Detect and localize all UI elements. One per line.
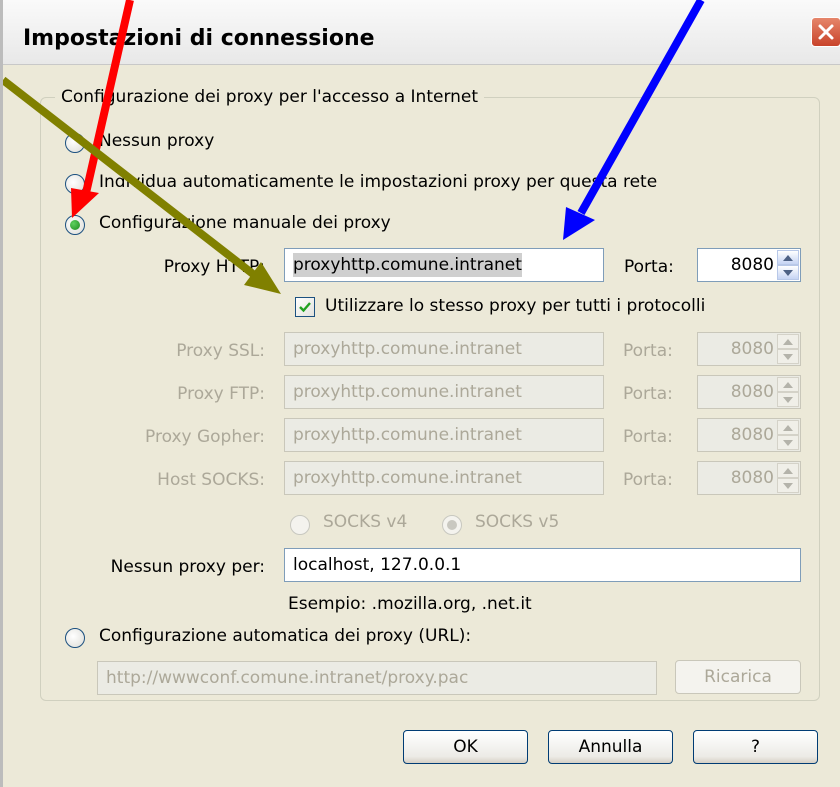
auto-config-url-value: http://wwwconf.comune.intranet/proxy.pac xyxy=(106,668,469,688)
spin-down-icon xyxy=(783,353,793,360)
ftp-port-down-button[interactable] xyxy=(777,392,799,407)
same-proxy-checkbox[interactable] xyxy=(295,297,315,317)
gopher-port-spinner[interactable]: 8080 xyxy=(697,418,801,452)
spin-down-icon xyxy=(783,269,793,276)
cancel-button-label: Annulla xyxy=(578,737,643,757)
auto-config-radio[interactable] xyxy=(65,628,85,648)
ftp-proxy-input[interactable]: proxyhttp.comune.intranet xyxy=(284,375,604,409)
cancel-button[interactable]: Annulla xyxy=(548,730,673,764)
no-proxy-for-value: localhost, 127.0.0.1 xyxy=(293,555,462,575)
same-proxy-label: Utilizzare lo stesso proxy per tutti i p… xyxy=(325,296,706,316)
ftp-port-spinner[interactable]: 8080 xyxy=(697,375,801,409)
http-proxy-value: proxyhttp.comune.intranet xyxy=(293,253,522,277)
close-icon xyxy=(818,24,834,40)
socks-host-value: proxyhttp.comune.intranet xyxy=(293,468,522,488)
reload-button-label: Ricarica xyxy=(704,667,772,687)
spin-up-icon xyxy=(783,467,793,474)
auto-detect-label: Individua automaticamente le impostazion… xyxy=(99,172,658,192)
gopher-port-down-button[interactable] xyxy=(777,435,799,450)
ok-button-label: OK xyxy=(453,737,478,757)
manual-proxy-radio[interactable] xyxy=(65,215,85,235)
gopher-proxy-label: Proxy Gopher: xyxy=(145,427,265,447)
http-port-spinner[interactable]: 8080 xyxy=(697,248,801,282)
auto-config-label: Configurazione automatica dei proxy (URL… xyxy=(99,626,472,646)
ftp-port-value: 8080 xyxy=(730,382,774,402)
help-button-label: ? xyxy=(750,737,761,757)
socks-port-value: 8080 xyxy=(730,468,774,488)
socks-v5-label: SOCKS v5 xyxy=(475,512,560,532)
gopher-port-up-button[interactable] xyxy=(777,420,799,435)
socks-port-down-button[interactable] xyxy=(777,478,799,493)
gopher-port-label: Porta: xyxy=(623,427,673,447)
auto-config-url-input[interactable]: http://wwwconf.comune.intranet/proxy.pac xyxy=(97,661,657,695)
ftp-proxy-label: Proxy FTP: xyxy=(177,384,265,404)
title-bar[interactable]: Impostazioni di connessione xyxy=(3,0,840,65)
connection-settings-dialog: Impostazioni di connessione Configurazio… xyxy=(0,0,840,787)
no-proxy-radio[interactable] xyxy=(65,133,85,153)
spin-down-icon xyxy=(783,396,793,403)
http-proxy-input[interactable]: proxyhttp.comune.intranet xyxy=(284,248,604,282)
spin-up-icon xyxy=(783,254,793,261)
http-proxy-label: Proxy HTTP: xyxy=(163,257,265,277)
ssl-port-up-button[interactable] xyxy=(777,334,799,349)
spin-up-icon xyxy=(783,338,793,345)
no-proxy-label: Nessun proxy xyxy=(99,131,215,151)
socks-port-spinner[interactable]: 8080 xyxy=(697,461,801,495)
ssl-port-value: 8080 xyxy=(730,339,774,359)
checkmark-icon xyxy=(299,302,311,313)
no-proxy-for-input[interactable]: localhost, 127.0.0.1 xyxy=(284,548,801,582)
ssl-port-spinner[interactable]: 8080 xyxy=(697,332,801,366)
gopher-proxy-value: proxyhttp.comune.intranet xyxy=(293,425,522,445)
help-button[interactable]: ? xyxy=(693,730,818,764)
ok-button[interactable]: OK xyxy=(403,730,528,764)
reload-button[interactable]: Ricarica xyxy=(675,660,801,694)
ftp-port-label: Porta: xyxy=(623,384,673,404)
ssl-port-down-button[interactable] xyxy=(777,349,799,364)
ftp-proxy-value: proxyhttp.comune.intranet xyxy=(293,382,522,402)
no-proxy-for-label: Nessun proxy per: xyxy=(110,557,265,577)
http-port-down-button[interactable] xyxy=(777,265,799,280)
socks-v4-radio[interactable] xyxy=(290,515,310,535)
manual-proxy-label: Configurazione manuale dei proxy xyxy=(99,213,391,233)
http-port-label: Porta: xyxy=(624,257,674,277)
socks-port-label: Porta: xyxy=(623,470,673,490)
socks-host-label: Host SOCKS: xyxy=(157,470,265,490)
socks-v5-radio[interactable] xyxy=(442,515,462,535)
http-port-up-button[interactable] xyxy=(777,250,799,265)
no-proxy-example: Esempio: .mozilla.org, .net.it xyxy=(288,594,532,614)
ssl-port-label: Porta: xyxy=(623,341,673,361)
socks-host-input[interactable]: proxyhttp.comune.intranet xyxy=(284,461,604,495)
gopher-proxy-input[interactable]: proxyhttp.comune.intranet xyxy=(284,418,604,452)
spin-down-icon xyxy=(783,439,793,446)
socks-v4-label: SOCKS v4 xyxy=(323,512,408,532)
spin-up-icon xyxy=(783,424,793,431)
http-port-value: 8080 xyxy=(730,255,774,275)
close-button[interactable] xyxy=(811,17,840,47)
socks-port-up-button[interactable] xyxy=(777,463,799,478)
dialog-title: Impostazioni di connessione xyxy=(23,26,375,51)
spin-up-icon xyxy=(783,381,793,388)
ssl-proxy-label: Proxy SSL: xyxy=(176,341,265,361)
auto-detect-radio[interactable] xyxy=(65,174,85,194)
spin-down-icon xyxy=(783,482,793,489)
ftp-port-up-button[interactable] xyxy=(777,377,799,392)
gopher-port-value: 8080 xyxy=(730,425,774,445)
ssl-proxy-input[interactable]: proxyhttp.comune.intranet xyxy=(284,332,604,366)
proxy-settings-legend: Configurazione dei proxy per l'accesso a… xyxy=(55,87,485,107)
ssl-proxy-value: proxyhttp.comune.intranet xyxy=(293,339,522,359)
